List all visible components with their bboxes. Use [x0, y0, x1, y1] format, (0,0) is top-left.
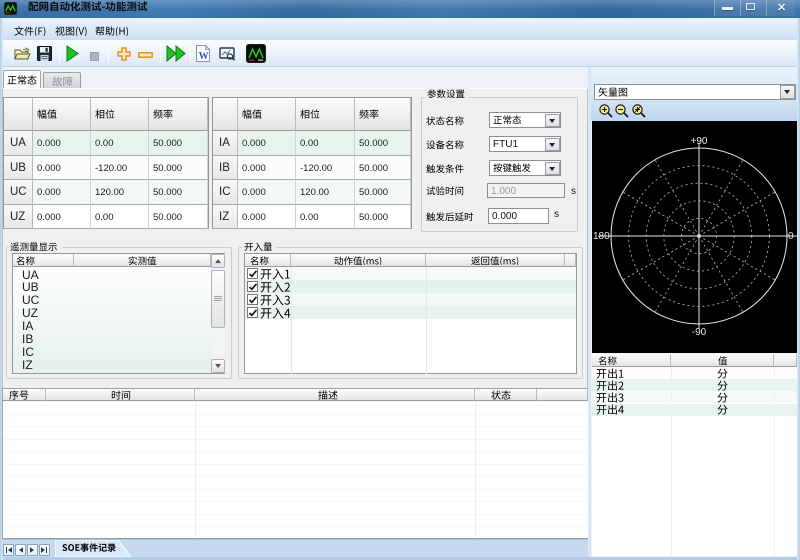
svg-text:180: 180	[593, 231, 610, 242]
svg-text:W: W	[199, 51, 209, 62]
svg-text:-90: -90	[692, 327, 707, 338]
svg-text:0: 0	[788, 231, 794, 242]
svg-text:+90: +90	[691, 136, 708, 147]
